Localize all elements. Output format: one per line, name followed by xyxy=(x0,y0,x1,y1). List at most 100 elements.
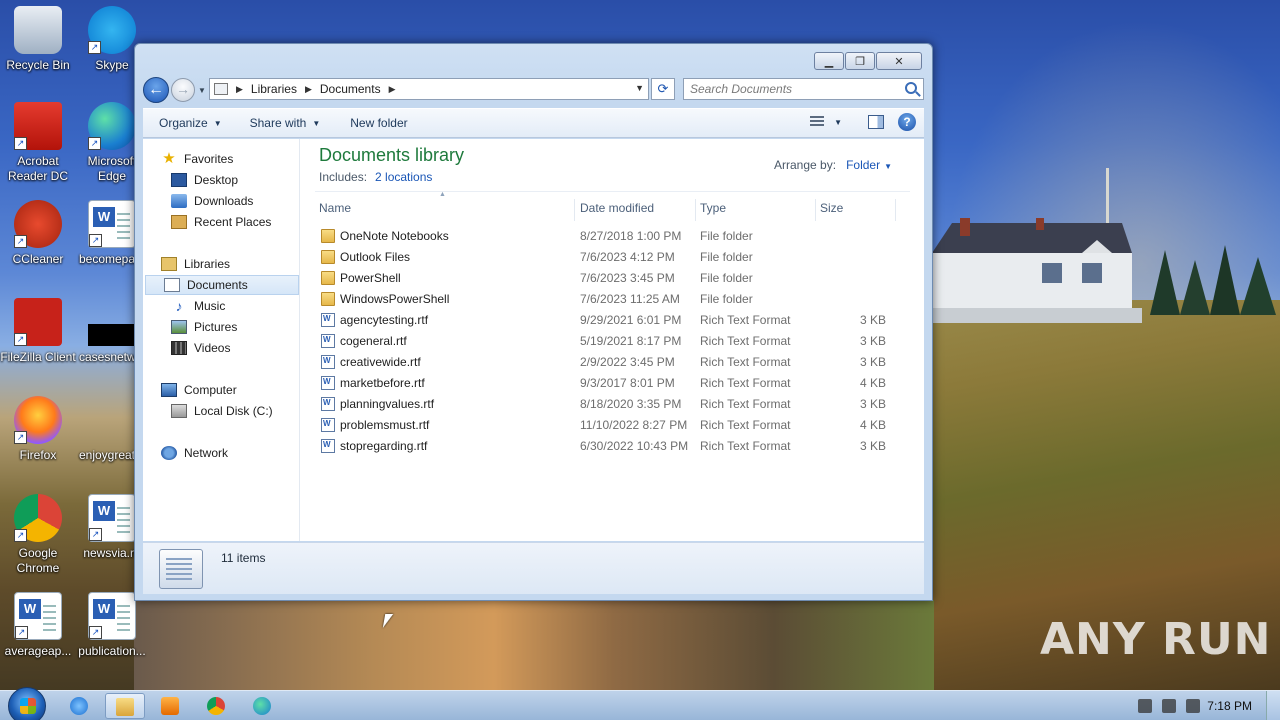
address-row: ← → ▼ ▶ Libraries ▶ Documents ▶ ▼ ⟳ xyxy=(143,77,924,103)
file-type: File folder xyxy=(700,271,753,285)
file-row[interactable]: Outlook Files 7/6/2023 4:12 PM File folder xyxy=(301,247,921,268)
nav-network[interactable]: Network xyxy=(161,443,228,463)
nav-downloads[interactable]: Downloads xyxy=(171,191,253,211)
file-type: File folder xyxy=(700,292,753,306)
desktop-shortcut-label: Google Chrome xyxy=(16,546,60,575)
change-view-button[interactable]: ▼ xyxy=(810,116,842,128)
file-row[interactable]: problemsmust.rtf 11/10/2022 8:27 PM Rich T… xyxy=(301,415,921,436)
preview-pane-button[interactable] xyxy=(868,115,884,129)
search-icon[interactable] xyxy=(905,82,917,94)
breadcrumb-documents[interactable]: Documents xyxy=(320,82,381,96)
word-doc-icon: W ↗ xyxy=(88,494,136,542)
taskbar-explorer[interactable] xyxy=(105,693,145,719)
nav-computer[interactable]: Computer xyxy=(161,380,237,400)
column-header-size[interactable]: Size xyxy=(816,199,896,221)
shortcut-arrow-icon: ↗ xyxy=(14,235,27,248)
start-button[interactable] xyxy=(8,687,46,720)
help-icon[interactable]: ? xyxy=(898,113,916,131)
file-row[interactable]: OneNote Notebooks 8/27/2018 1:00 PM File f… xyxy=(301,226,921,247)
taskbar-chrome[interactable] xyxy=(197,693,237,719)
back-button[interactable]: ← xyxy=(143,77,169,103)
nav-local-disk[interactable]: Local Disk (C:) xyxy=(171,401,273,421)
file-type: Rich Text Format xyxy=(700,418,791,432)
search-box[interactable] xyxy=(683,78,924,100)
folder-icon xyxy=(321,292,335,306)
breadcrumb-arrow-icon[interactable]: ▶ xyxy=(236,84,243,95)
file-row[interactable]: stopregarding.rtf 6/30/2022 10:43 PM Rich … xyxy=(301,436,921,457)
skype-icon: ↗ xyxy=(88,6,136,54)
file-size: 4 KB xyxy=(859,376,886,390)
explorer-window[interactable]: ▁ ❐ ✕ ← → ▼ ▶ Libraries ▶ Documents ▶ ▼ … xyxy=(134,43,933,601)
share-with-button[interactable]: Share with ▼ xyxy=(250,116,321,130)
desktop-shortcut[interactable]: Recycle Bin xyxy=(0,6,76,73)
breadcrumb-libraries[interactable]: Libraries xyxy=(251,82,297,96)
refresh-button[interactable]: ⟳ xyxy=(651,78,675,100)
breadcrumb-arrow-icon[interactable]: ▶ xyxy=(305,84,312,95)
text-lines-icon xyxy=(117,507,130,533)
nav-desktop[interactable]: Desktop xyxy=(171,170,238,190)
file-row[interactable]: cogeneral.rtf 5/19/2021 8:17 PM Rich Text … xyxy=(301,331,921,352)
search-input[interactable] xyxy=(690,79,900,99)
new-folder-button[interactable]: New folder xyxy=(350,116,407,130)
column-header-date[interactable]: Date modified xyxy=(576,199,696,221)
forward-button[interactable]: → xyxy=(171,78,195,102)
file-row[interactable]: PowerShell 7/6/2023 3:45 PM File folder xyxy=(301,268,921,289)
nav-music[interactable]: ♪ Music xyxy=(171,296,226,316)
file-row[interactable]: agencytesting.rtf 9/29/2021 6:01 PM Rich T… xyxy=(301,310,921,331)
desktop-shortcut[interactable]: ↗ CCleaner xyxy=(0,200,76,267)
file-row[interactable]: creativewide.rtf 2/9/2022 3:45 PM Rich Tex… xyxy=(301,352,921,373)
desktop-shortcut[interactable]: W ↗ averageap... xyxy=(0,592,76,659)
nav-favorites[interactable]: ★ Favorites xyxy=(161,149,233,169)
acrobat-icon: ↗ xyxy=(14,102,62,150)
nav-pictures[interactable]: Pictures xyxy=(171,317,237,337)
desktop-shortcut[interactable]: ↗ Google Chrome xyxy=(0,494,76,576)
clock[interactable]: 7:18 PM xyxy=(1207,699,1252,713)
address-dropdown-icon[interactable]: ▼ xyxy=(635,83,644,93)
rtf-document-icon xyxy=(321,439,335,453)
action-center-flag-icon[interactable] xyxy=(1186,699,1200,713)
file-row[interactable]: planningvalues.rtf 8/18/2020 3:35 PM Rich … xyxy=(301,394,921,415)
rtf-document-icon xyxy=(321,397,335,411)
taskbar-edge[interactable] xyxy=(243,693,283,719)
volume-icon[interactable] xyxy=(1138,699,1152,713)
desktop-shortcut-label: Recycle Bin xyxy=(6,58,70,72)
locations-link[interactable]: 2 locations xyxy=(375,170,432,184)
file-type: Rich Text Format xyxy=(700,355,791,369)
arrange-value-dropdown[interactable]: Folder xyxy=(846,158,880,172)
command-bar: Organize ▼ Share with ▼ New folder ▼ ? xyxy=(143,108,924,138)
chevron-down-icon[interactable]: ▼ xyxy=(884,162,892,171)
desktop-shortcut-label: publication... xyxy=(78,644,146,658)
file-row[interactable]: marketbefore.rtf 9/3/2017 8:01 PM Rich Tex… xyxy=(301,373,921,394)
nav-label: Network xyxy=(184,446,229,460)
desktop-shortcut[interactable]: ↗ FileZilla Client xyxy=(0,298,76,365)
taskbar-media-player[interactable] xyxy=(151,693,191,719)
address-bar[interactable]: ▶ Libraries ▶ Documents ▶ ▼ xyxy=(209,78,649,100)
file-row[interactable]: WindowsPowerShell 7/6/2023 11:25 AM File f… xyxy=(301,289,921,310)
libraries-icon xyxy=(214,83,228,95)
column-header-type[interactable]: Type xyxy=(696,199,816,221)
desktop-shortcut[interactable]: ↗ Firefox xyxy=(0,396,76,463)
breadcrumb-arrow-icon[interactable]: ▶ xyxy=(389,84,396,95)
nav-documents[interactable]: Documents xyxy=(145,275,299,295)
wallpaper-trees xyxy=(1150,245,1276,315)
taskbar-internet-explorer[interactable] xyxy=(60,693,100,719)
nav-videos[interactable]: Videos xyxy=(171,338,230,358)
nav-libraries[interactable]: Libraries xyxy=(161,254,230,274)
close-button[interactable]: ✕ xyxy=(876,52,922,70)
recent-pages-dropdown[interactable]: ▼ xyxy=(198,86,206,95)
shortcut-arrow-icon: ↗ xyxy=(88,137,101,150)
word-doc-icon: W ↗ xyxy=(88,592,136,640)
maximize-button[interactable]: ❐ xyxy=(845,52,875,70)
rtf-document-icon xyxy=(321,334,335,348)
file-size: 3 KB xyxy=(859,313,886,327)
wallpaper-house xyxy=(932,218,1142,323)
desktop-shortcut[interactable]: ↗ Acrobat Reader DC xyxy=(0,102,76,184)
desktop-shortcut[interactable]: W ↗ publication... xyxy=(74,592,150,659)
nav-recent-places[interactable]: Recent Places xyxy=(171,212,271,232)
column-header-name[interactable]: Name xyxy=(315,199,575,221)
organize-button[interactable]: Organize ▼ xyxy=(159,116,222,130)
file-name: OneNote Notebooks xyxy=(340,229,449,243)
minimize-button[interactable]: ▁ xyxy=(814,52,844,70)
network-tray-icon[interactable] xyxy=(1162,699,1176,713)
show-desktop-button[interactable] xyxy=(1266,691,1280,720)
